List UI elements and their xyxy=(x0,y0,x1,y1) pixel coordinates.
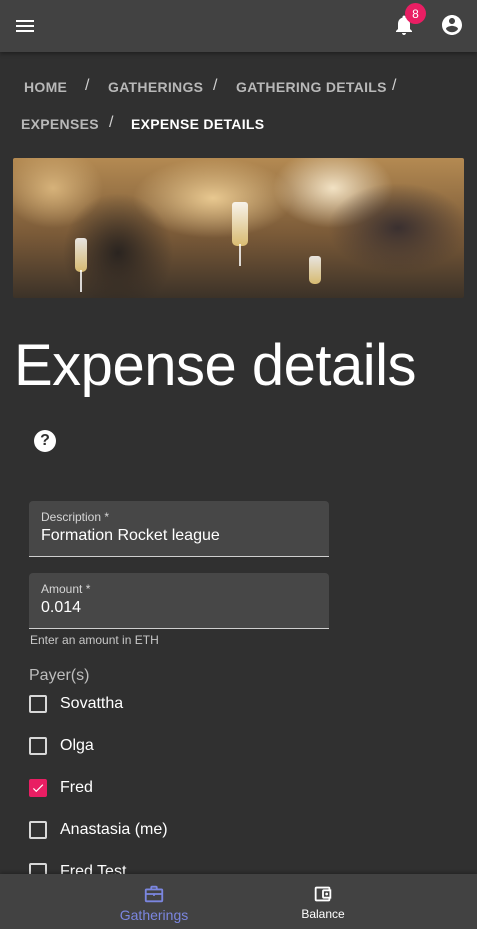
top-app-bar: 8 xyxy=(0,0,477,52)
briefcase-icon xyxy=(144,885,164,903)
glass-stem-shape xyxy=(239,244,241,266)
checkbox[interactable] xyxy=(29,737,47,755)
breadcrumb-gatherings[interactable]: GATHERINGS xyxy=(108,79,203,95)
account-circle-icon xyxy=(442,15,462,35)
breadcrumb-expenses[interactable]: EXPENSES xyxy=(21,116,99,132)
checkbox[interactable] xyxy=(29,821,47,839)
checkbox[interactable] xyxy=(29,695,47,713)
breadcrumb-separator: / xyxy=(85,77,90,94)
page-title: Expense details xyxy=(14,333,416,398)
payer-checkbox-olga[interactable]: Olga xyxy=(29,734,94,758)
payer-name: Sovattha xyxy=(60,695,124,712)
breadcrumb-expense-details: EXPENSE DETAILS xyxy=(131,116,265,132)
champagne-glass-shape xyxy=(309,256,321,284)
breadcrumb-separator: / xyxy=(109,114,114,131)
payer-checkbox-fred[interactable]: Fred xyxy=(29,776,93,800)
account-button[interactable] xyxy=(440,13,464,37)
nav-gatherings-label: Gatherings xyxy=(119,907,189,923)
description-input[interactable] xyxy=(41,527,317,545)
wallet-icon xyxy=(314,886,332,902)
payer-checkbox-sovattha[interactable]: Sovattha xyxy=(29,692,123,716)
nav-gatherings[interactable]: Gatherings xyxy=(84,874,224,929)
description-field[interactable]: Description * xyxy=(29,501,329,557)
champagne-glass-shape xyxy=(75,238,87,272)
check-icon xyxy=(32,784,44,793)
nav-balance-label: Balance xyxy=(301,907,345,921)
bottom-navigation: Gatherings Balance xyxy=(0,874,477,929)
champagne-glass-shape xyxy=(232,202,248,246)
breadcrumb-gathering-details[interactable]: GATHERING DETAILS xyxy=(236,79,387,95)
breadcrumb-home[interactable]: HOME xyxy=(24,79,67,95)
payer-name: Anastasia (me) xyxy=(60,821,168,838)
checkbox-checked[interactable] xyxy=(29,779,47,797)
help-circle-icon: ? xyxy=(40,432,50,449)
menu-button[interactable] xyxy=(13,14,37,38)
amount-label: Amount * xyxy=(41,582,91,596)
amount-hint: Enter an amount in ETH xyxy=(30,633,159,647)
glass-stem-shape xyxy=(80,270,82,292)
help-button[interactable]: ? xyxy=(34,430,56,452)
payers-label: Payer(s) xyxy=(29,667,90,684)
payer-name: Olga xyxy=(60,737,94,754)
payer-name: Fred xyxy=(60,779,93,796)
amount-input[interactable] xyxy=(41,599,317,617)
notification-badge: 8 xyxy=(405,3,426,24)
payer-checkbox-anastasia[interactable]: Anastasia (me) xyxy=(29,818,168,842)
breadcrumb-separator: / xyxy=(392,77,397,94)
banner-image xyxy=(13,158,464,298)
description-label: Description * xyxy=(41,510,110,524)
nav-balance[interactable]: Balance xyxy=(253,874,393,929)
menu-icon xyxy=(16,20,34,32)
amount-field[interactable]: Amount * xyxy=(29,573,329,629)
breadcrumb-separator: / xyxy=(213,77,218,94)
